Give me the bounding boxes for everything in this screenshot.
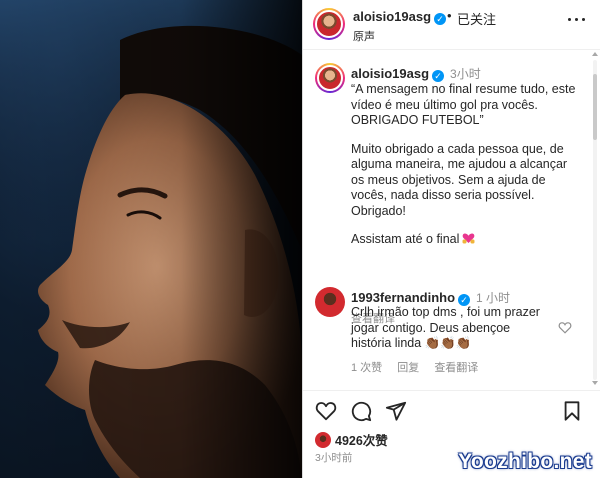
author-username[interactable]: aloisio19asg ✓: [353, 9, 447, 25]
post-video[interactable]: [0, 0, 302, 478]
comment-like-heart-icon[interactable]: [558, 321, 572, 334]
heart-hands-emoji-icon: [462, 233, 475, 244]
author-avatar[interactable]: [313, 8, 345, 40]
comment-reply-button[interactable]: 回复: [397, 362, 419, 374]
post-timestamp[interactable]: 3小时前: [315, 450, 352, 465]
clapping-hands-emoji-icon: 👏🏾👏🏾👏🏾: [424, 336, 472, 350]
caption-paragraph: Muito obrigado a cada pessoa que, de alg…: [351, 141, 568, 218]
commenter-username[interactable]: 1993fernandinho: [351, 290, 455, 305]
more-options-icon[interactable]: [568, 18, 586, 22]
share-paper-plane-icon[interactable]: [385, 400, 407, 422]
comments-scrollbar[interactable]: [593, 60, 597, 380]
caption-header: aloisio19asg ✓ 3小时: [351, 65, 481, 82]
save-bookmark-icon[interactable]: [561, 400, 583, 422]
verified-badge-icon: ✓: [432, 70, 445, 82]
caption-time: 3小时: [450, 67, 481, 81]
verified-badge-icon: ✓: [434, 13, 447, 25]
scroll-down-arrow-icon[interactable]: [592, 381, 598, 385]
liker-avatar: [315, 431, 331, 448]
caption-paragraph-text: Assistam até o final: [351, 232, 460, 246]
following-button[interactable]: 已关注: [457, 9, 496, 28]
actions-divider: [303, 390, 600, 391]
comment-bubble-icon[interactable]: [350, 400, 372, 422]
author-username-text[interactable]: aloisio19asg: [353, 9, 431, 24]
likes-summary[interactable]: 4926次赞: [315, 430, 388, 448]
scroll-up-arrow-icon[interactable]: [592, 52, 598, 56]
post-header: aloisio19asg ✓ • 已关注 原声: [303, 0, 600, 50]
site-watermark: Yoozhibo.net: [458, 450, 592, 473]
caption-username[interactable]: aloisio19asg: [351, 66, 429, 81]
commenter-avatar[interactable]: [315, 287, 345, 317]
header-separator: •: [447, 8, 452, 23]
caption-paragraph-last: Assistam até o final: [351, 232, 581, 248]
post-details-panel: aloisio19asg ✓ • 已关注 原声 aloisio19asg ✓ 3小时 …: [303, 0, 600, 478]
comment-likes-count[interactable]: 1 次赞: [351, 362, 382, 374]
comment-meta: 1 次赞 回复 查看翻译: [351, 359, 490, 375]
caption-text: “A mensagem no final resume tudo, este v…: [351, 82, 581, 248]
comment-header: 1993fernandinho ✓ 1 小时: [351, 289, 510, 306]
like-heart-icon[interactable]: [315, 400, 337, 422]
video-frame-illustration: [0, 0, 302, 478]
comment-see-translation-link[interactable]: 查看翻译: [434, 362, 478, 374]
comment-time: 1 小时: [476, 291, 511, 305]
original-audio-link[interactable]: 原声: [353, 28, 375, 44]
comment-text: Crlh irmão top dms , foi um prazer jogar…: [351, 305, 551, 352]
likes-count[interactable]: 4926次赞: [335, 434, 388, 448]
caption-author-avatar[interactable]: [315, 63, 345, 93]
scrollbar-thumb[interactable]: [593, 74, 597, 140]
caption-paragraph: “A mensagem no final resume tudo, este v…: [351, 82, 576, 127]
